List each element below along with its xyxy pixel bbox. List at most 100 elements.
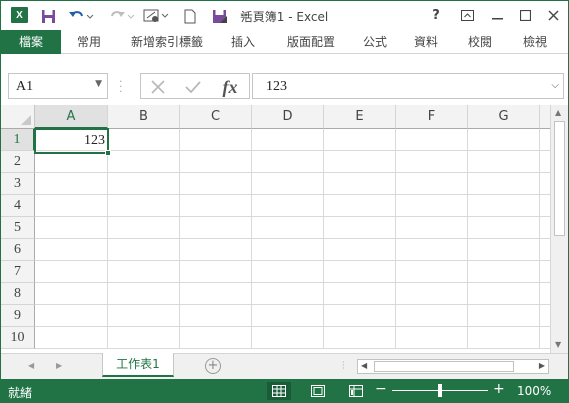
tab-file[interactable]: 檔案: [1, 30, 61, 54]
cancel-icon[interactable]: [144, 76, 172, 98]
grid-cell[interactable]: [540, 173, 550, 195]
grid-cell[interactable]: [468, 283, 540, 305]
scroll-up-icon[interactable]: ▲: [555, 108, 561, 117]
grid-cell[interactable]: [108, 239, 180, 261]
grid-cell[interactable]: [252, 151, 324, 173]
grid-cell[interactable]: [324, 239, 396, 261]
tab-home[interactable]: 常用: [64, 30, 114, 54]
minimize-icon[interactable]: [487, 5, 507, 25]
grid-cell[interactable]: [324, 173, 396, 195]
row-header-3[interactable]: 3: [1, 173, 35, 195]
row-header-5[interactable]: 5: [1, 217, 35, 239]
grid-cell[interactable]: [180, 327, 252, 349]
scroll-right-icon[interactable]: ▶: [539, 361, 545, 370]
grid-cell[interactable]: [252, 239, 324, 261]
grid-cell[interactable]: [396, 327, 468, 349]
grid-cell[interactable]: [468, 129, 540, 151]
grid-cell[interactable]: [35, 327, 108, 349]
grid-cell[interactable]: [35, 173, 108, 195]
tab-formulas[interactable]: 公式: [357, 30, 393, 54]
close-icon[interactable]: [543, 5, 563, 25]
grid-cell[interactable]: [180, 173, 252, 195]
ribbon-display-icon[interactable]: [457, 5, 477, 25]
tab-view[interactable]: 檢視: [513, 30, 557, 54]
grid-cell[interactable]: [180, 217, 252, 239]
grid-cell[interactable]: [540, 261, 550, 283]
grid-cell[interactable]: [396, 305, 468, 327]
fill-handle[interactable]: [105, 150, 111, 156]
grid-cell[interactable]: [396, 261, 468, 283]
tab-page-layout[interactable]: 版面配置: [279, 30, 343, 54]
grid-cell[interactable]: [180, 283, 252, 305]
grid-cell[interactable]: [540, 305, 550, 327]
grid-cell[interactable]: [540, 327, 550, 349]
row-header-9[interactable]: 9: [1, 305, 35, 327]
tab-review[interactable]: 校閱: [460, 30, 500, 54]
grid-cell[interactable]: [252, 261, 324, 283]
grid-cell[interactable]: [35, 261, 108, 283]
tab-split-handle[interactable]: · · ·: [342, 359, 345, 373]
page-layout-view-icon[interactable]: [306, 382, 330, 400]
help-icon[interactable]: ?: [426, 5, 446, 25]
vertical-scroll-thumb[interactable]: [554, 121, 565, 236]
tab-new-tab[interactable]: 新增索引標籤: [126, 30, 208, 54]
grid-cell[interactable]: [180, 129, 252, 151]
grid-cell[interactable]: [396, 129, 468, 151]
expand-formula-icon[interactable]: ⌵: [551, 80, 559, 91]
grid-cell[interactable]: [396, 195, 468, 217]
tab-data[interactable]: 資料: [406, 30, 446, 54]
grid-cell[interactable]: [396, 173, 468, 195]
zoom-out-button[interactable]: −: [375, 381, 387, 397]
grid-cell[interactable]: [108, 217, 180, 239]
grid-cell[interactable]: [468, 327, 540, 349]
tab-insert[interactable]: 插入: [223, 30, 263, 54]
grid-cell[interactable]: [108, 173, 180, 195]
add-sheet-icon[interactable]: +: [205, 358, 221, 374]
row-header-7[interactable]: 7: [1, 261, 35, 283]
grid-cell[interactable]: [180, 195, 252, 217]
grid-cell[interactable]: [180, 305, 252, 327]
worksheet-grid[interactable]: A B C D E F G 1 2 3 4 5 6 7 8 9 10 123: [1, 105, 550, 353]
name-box[interactable]: A1 ▼: [8, 73, 108, 99]
grid-cell[interactable]: [324, 327, 396, 349]
grid-cell[interactable]: [396, 151, 468, 173]
row-header-8[interactable]: 8: [1, 283, 35, 305]
column-header-f[interactable]: F: [396, 105, 468, 129]
grid-cell[interactable]: [540, 129, 550, 151]
grid-cell[interactable]: [324, 151, 396, 173]
grid-cell[interactable]: [108, 283, 180, 305]
active-cell-a1[interactable]: 123: [34, 128, 111, 156]
grid-cell[interactable]: [252, 283, 324, 305]
grid-cell[interactable]: [468, 239, 540, 261]
zoom-in-button[interactable]: +: [493, 381, 505, 397]
grid-cell[interactable]: [108, 327, 180, 349]
grid-cell[interactable]: [108, 129, 180, 151]
scroll-left-icon[interactable]: ◀: [361, 361, 367, 370]
enter-icon[interactable]: [179, 76, 207, 98]
next-sheet-icon[interactable]: ▶: [56, 361, 62, 370]
grid-cell[interactable]: [468, 195, 540, 217]
column-header-e[interactable]: E: [324, 105, 396, 129]
grid-cell[interactable]: [252, 173, 324, 195]
grid-cell[interactable]: [540, 195, 550, 217]
grid-cell[interactable]: [396, 217, 468, 239]
insert-function-button[interactable]: fx: [216, 76, 244, 98]
row-header-1[interactable]: 1: [1, 129, 35, 151]
sheet-tab-1[interactable]: 工作表1: [102, 353, 174, 377]
grid-cell[interactable]: [180, 261, 252, 283]
normal-view-icon[interactable]: [267, 382, 291, 400]
grid-cell[interactable]: [468, 217, 540, 239]
select-all-button[interactable]: [1, 105, 35, 129]
grid-cell[interactable]: [252, 217, 324, 239]
scroll-down-icon[interactable]: ▼: [555, 340, 561, 349]
grid-cell[interactable]: [252, 195, 324, 217]
column-header-d[interactable]: D: [252, 105, 324, 129]
grid-cell[interactable]: [108, 151, 180, 173]
grid-cell[interactable]: [324, 129, 396, 151]
grid-cell[interactable]: [396, 283, 468, 305]
row-header-2[interactable]: 2: [1, 151, 35, 173]
grid-cell[interactable]: [108, 195, 180, 217]
maximize-icon[interactable]: [515, 5, 535, 25]
grid-cell[interactable]: [108, 305, 180, 327]
formula-input[interactable]: 123 ⌵: [252, 73, 564, 99]
